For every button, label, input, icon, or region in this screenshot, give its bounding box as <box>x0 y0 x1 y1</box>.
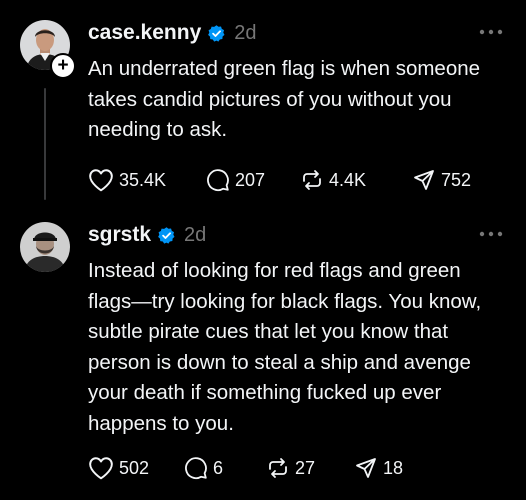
username[interactable]: sgrstk <box>88 222 151 248</box>
like-button[interactable]: 502 <box>88 456 184 480</box>
reply-post: sgrstk 2d Instead of looking for red fla… <box>0 212 526 500</box>
send-icon <box>354 456 378 480</box>
avatar[interactable] <box>20 222 70 272</box>
post-actions: 502 6 27 18 <box>88 456 403 480</box>
comment-icon <box>184 456 208 480</box>
more-horizontal-icon[interactable] <box>478 222 504 242</box>
repost-icon <box>266 456 290 480</box>
post-header: sgrstk 2d <box>88 222 206 248</box>
share-count: 18 <box>383 458 404 478</box>
post-header: case.kenny 2d <box>88 20 257 46</box>
send-icon <box>412 168 436 192</box>
timestamp: 2d <box>234 22 257 44</box>
reply-count: 207 <box>235 170 266 190</box>
follow-button[interactable]: + <box>50 53 76 79</box>
post-text: Instead of looking for red flags and gre… <box>88 259 482 435</box>
reply-button[interactable]: 207 <box>206 168 300 192</box>
share-button[interactable]: 18 <box>354 456 403 480</box>
share-button[interactable]: 752 <box>412 168 471 192</box>
reply-count: 6 <box>213 458 224 478</box>
reply-button[interactable]: 6 <box>184 456 266 480</box>
post-text: An underrated green flag is when someone… <box>88 57 481 141</box>
like-button[interactable]: 35.4K <box>88 168 206 192</box>
thread-line <box>44 88 46 200</box>
share-count: 752 <box>441 170 472 190</box>
timestamp: 2d <box>184 224 207 246</box>
post-actions: 35.4K 207 4.4K 752 <box>88 168 471 192</box>
repost-button[interactable]: 4.4K <box>300 168 412 192</box>
repost-icon <box>300 168 324 192</box>
heart-icon <box>88 456 114 480</box>
username[interactable]: case.kenny <box>88 20 201 46</box>
like-count: 35.4K <box>119 170 167 190</box>
more-horizontal-icon[interactable] <box>478 20 504 40</box>
verified-badge-icon <box>157 226 176 245</box>
repost-count: 4.4K <box>329 170 367 190</box>
repost-button[interactable]: 27 <box>266 456 354 480</box>
like-count: 502 <box>119 458 150 478</box>
heart-icon <box>88 168 114 192</box>
repost-count: 27 <box>295 458 316 478</box>
comment-icon <box>206 168 230 192</box>
verified-badge-icon <box>207 24 226 43</box>
thread-post: + case.kenny 2d An underrated green flag… <box>0 0 526 212</box>
